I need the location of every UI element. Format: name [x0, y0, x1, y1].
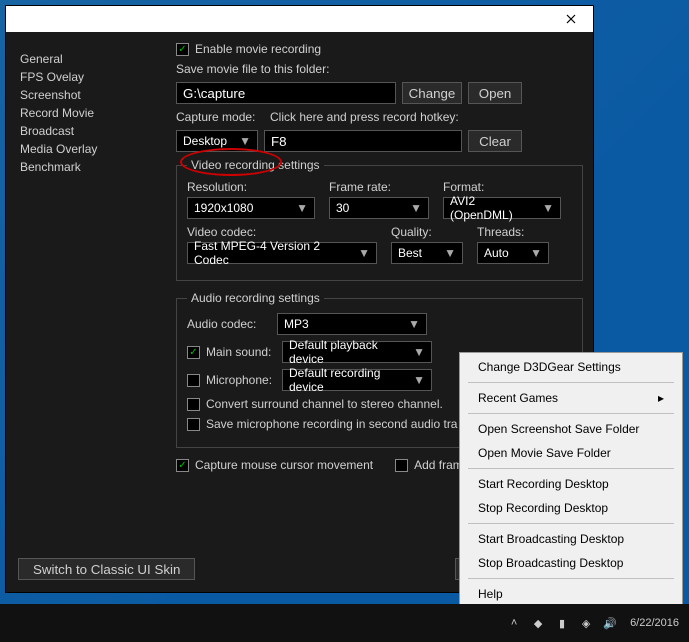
cm-change-settings[interactable]: Change D3DGear Settings	[462, 355, 680, 379]
codec-value: Fast MPEG-4 Version 2 Codec	[194, 239, 352, 267]
caret-down-icon: ▼	[530, 246, 542, 260]
submenu-arrow-icon: ▸	[658, 391, 664, 405]
main-sound-label: Main sound:	[206, 345, 276, 359]
cm-separator	[468, 413, 674, 414]
tray-network-icon[interactable]: ◈	[578, 615, 594, 631]
add-frame-checkbox[interactable]	[395, 459, 408, 472]
microphone-select[interactable]: Default recording device ▼	[282, 369, 432, 391]
capture-mode-select[interactable]: Desktop ▼	[176, 130, 258, 152]
caret-down-icon: ▼	[444, 246, 456, 260]
enable-movie-label: Enable movie recording	[195, 42, 321, 56]
cm-start-recording[interactable]: Start Recording Desktop	[462, 472, 680, 496]
classic-skin-button[interactable]: Switch to Classic UI Skin	[18, 558, 195, 580]
resolution-select[interactable]: 1920x1080 ▼	[187, 197, 315, 219]
tray-app-icon[interactable]: ◆	[530, 615, 546, 631]
threads-label: Threads:	[477, 225, 549, 239]
convert-surround-checkbox[interactable]	[187, 398, 200, 411]
sidebar-item-screenshot[interactable]: Screenshot	[16, 86, 161, 104]
audio-codec-select[interactable]: MP3 ▼	[277, 313, 427, 335]
caret-down-icon: ▼	[358, 246, 370, 260]
codec-label: Video codec:	[187, 225, 377, 239]
threads-select[interactable]: Auto ▼	[477, 242, 549, 264]
hotkey-hint-label: Click here and press record hotkey:	[270, 110, 459, 124]
clear-button[interactable]: Clear	[468, 130, 522, 152]
framerate-select[interactable]: 30 ▼	[329, 197, 429, 219]
threads-value: Auto	[484, 246, 509, 260]
tray-battery-icon[interactable]: ▮	[554, 615, 570, 631]
video-settings-group: Video recording settings Resolution: 192…	[176, 158, 583, 281]
resolution-label: Resolution:	[187, 180, 315, 194]
audio-settings-legend: Audio recording settings	[187, 291, 324, 305]
main-sound-select[interactable]: Default playback device ▼	[282, 341, 432, 363]
cm-separator	[468, 523, 674, 524]
close-button[interactable]	[548, 6, 593, 32]
main-sound-checkbox[interactable]	[187, 346, 200, 359]
open-button[interactable]: Open	[468, 82, 522, 104]
save-folder-label: Save movie file to this folder:	[176, 62, 329, 76]
taskbar: ˄ ◆ ▮ ◈ 🔊 . 6/22/2016	[0, 604, 689, 642]
caret-down-icon: ▼	[410, 201, 422, 215]
sidebar-item-general[interactable]: General	[16, 50, 161, 68]
format-select[interactable]: AVI2 (OpenDML) ▼	[443, 197, 561, 219]
video-settings-legend: Video recording settings	[187, 158, 324, 172]
tray-context-menu: Change D3DGear Settings Recent Games▸ Op…	[459, 352, 683, 633]
audio-codec-label: Audio codec:	[187, 317, 271, 331]
framerate-label: Frame rate:	[329, 180, 429, 194]
format-value: AVI2 (OpenDML)	[450, 194, 536, 222]
cm-stop-broadcasting[interactable]: Stop Broadcasting Desktop	[462, 551, 680, 575]
codec-select[interactable]: Fast MPEG-4 Version 2 Codec ▼	[187, 242, 377, 264]
resolution-value: 1920x1080	[194, 201, 253, 215]
capture-cursor-label: Capture mouse cursor movement	[195, 458, 373, 472]
sidebar-item-media-overlay[interactable]: Media Overlay	[16, 140, 161, 158]
cm-separator	[468, 578, 674, 579]
capture-mode-label: Capture mode:	[176, 110, 264, 124]
cm-separator	[468, 468, 674, 469]
format-label: Format:	[443, 180, 561, 194]
sidebar-item-record-movie[interactable]: Record Movie	[16, 104, 161, 122]
cm-open-movie-folder[interactable]: Open Movie Save Folder	[462, 441, 680, 465]
caret-down-icon: ▼	[413, 373, 425, 387]
cm-help[interactable]: Help	[462, 582, 680, 606]
sidebar: General FPS Ovelay Screenshot Record Mov…	[16, 42, 161, 546]
cm-open-screenshot-folder[interactable]: Open Screenshot Save Folder	[462, 417, 680, 441]
enable-movie-checkbox[interactable]	[176, 43, 189, 56]
convert-surround-label: Convert surround channel to stereo chann…	[206, 397, 443, 411]
microphone-label: Microphone:	[206, 373, 276, 387]
cm-recent-games[interactable]: Recent Games▸	[462, 386, 680, 410]
framerate-value: 30	[336, 201, 349, 215]
main-sound-value: Default playback device	[289, 338, 407, 366]
quality-label: Quality:	[391, 225, 463, 239]
titlebar	[6, 6, 593, 32]
caret-down-icon: ▼	[239, 134, 251, 148]
tray-chevron-icon[interactable]: ˄	[506, 615, 522, 631]
microphone-checkbox[interactable]	[187, 374, 200, 387]
save-mic-second-checkbox[interactable]	[187, 418, 200, 431]
sidebar-item-fps-overlay[interactable]: FPS Ovelay	[16, 68, 161, 86]
quality-value: Best	[398, 246, 422, 260]
add-frame-label: Add fram	[414, 458, 463, 472]
microphone-value: Default recording device	[289, 366, 407, 394]
caret-down-icon: ▼	[542, 201, 554, 215]
sidebar-item-broadcast[interactable]: Broadcast	[16, 122, 161, 140]
capture-cursor-checkbox[interactable]	[176, 459, 189, 472]
quality-select[interactable]: Best ▼	[391, 242, 463, 264]
hotkey-input[interactable]	[264, 130, 462, 152]
save-mic-second-label: Save microphone recording in second audi…	[206, 417, 457, 431]
save-folder-input[interactable]	[176, 82, 396, 104]
taskbar-clock[interactable]: . 6/22/2016	[626, 617, 683, 629]
change-button[interactable]: Change	[402, 82, 462, 104]
caret-down-icon: ▼	[413, 345, 425, 359]
caret-down-icon: ▼	[408, 317, 420, 331]
cm-separator	[468, 382, 674, 383]
tray-volume-icon[interactable]: 🔊	[602, 615, 618, 631]
caret-down-icon: ▼	[296, 201, 308, 215]
cm-stop-recording[interactable]: Stop Recording Desktop	[462, 496, 680, 520]
audio-codec-value: MP3	[284, 317, 309, 331]
cm-start-broadcasting[interactable]: Start Broadcasting Desktop	[462, 527, 680, 551]
capture-mode-value: Desktop	[183, 134, 227, 148]
sidebar-item-benchmark[interactable]: Benchmark	[16, 158, 161, 176]
taskbar-date: 6/22/2016	[630, 617, 679, 629]
